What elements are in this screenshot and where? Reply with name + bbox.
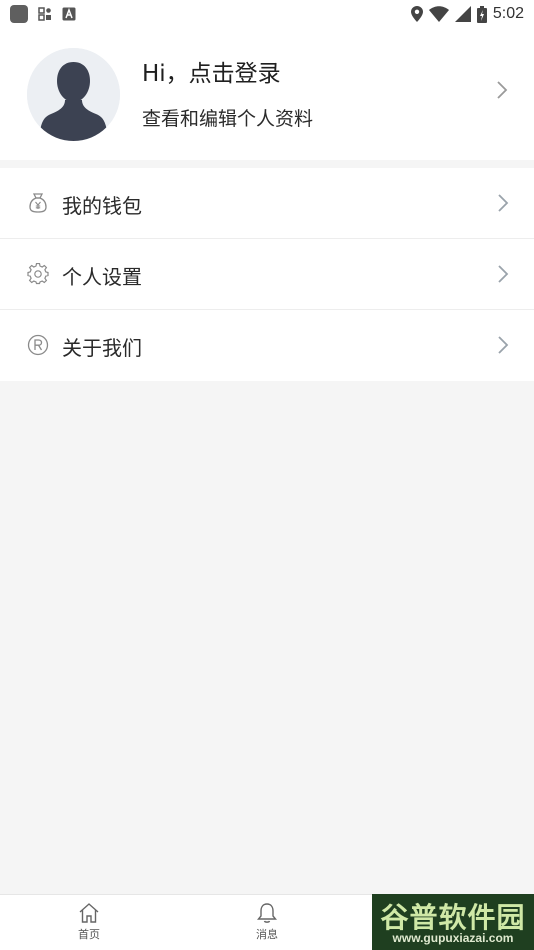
default-avatar-icon — [27, 48, 120, 141]
menu-label-about: 关于我们 — [62, 336, 142, 360]
gear-icon — [27, 263, 49, 285]
watermark-logo: 谷普软件园 www.gupuxiazai.com — [372, 894, 534, 950]
watermark-url: www.gupuxiazai.com — [392, 931, 514, 945]
menu-label-settings: 个人设置 — [62, 265, 142, 289]
status-time: 5:02 — [492, 5, 524, 22]
avatar[interactable] — [27, 48, 120, 141]
profile-header[interactable]: Hi，点击登录 查看和编辑个人资料 — [0, 28, 534, 160]
status-bar: 5:02 — [0, 0, 534, 28]
nav-item-messages[interactable]: 消息 — [237, 901, 297, 942]
location-icon — [410, 6, 423, 22]
watermark-title: 谷普软件园 — [380, 901, 526, 934]
chevron-right-icon — [497, 81, 508, 99]
a-icon — [62, 7, 76, 21]
profile-subtitle: 查看和编辑个人资料 — [142, 108, 314, 130]
menu-item-settings[interactable]: 个人设置 — [0, 239, 534, 310]
menu-label-wallet: 我的钱包 — [62, 194, 142, 218]
chevron-right-icon — [498, 336, 509, 354]
grid-icon — [38, 7, 51, 21]
chevron-right-icon — [498, 194, 509, 212]
settings-menu: 我的钱包 个人设置 关于我们 — [0, 168, 534, 381]
status-left-icons — [10, 5, 76, 23]
battery-icon — [476, 5, 487, 23]
signal-icon — [454, 6, 471, 22]
nav-label-home: 首页 — [78, 928, 100, 941]
registered-icon — [27, 334, 49, 356]
nav-item-home[interactable]: 首页 — [59, 901, 119, 942]
menu-item-wallet[interactable]: 我的钱包 — [0, 168, 534, 239]
login-prompt[interactable]: Hi，点击登录 — [142, 54, 281, 88]
status-right-icons: 5:02 — [410, 5, 524, 23]
app-icon — [10, 5, 28, 23]
home-icon — [79, 903, 99, 923]
chevron-right-icon — [498, 265, 509, 283]
wifi-icon — [428, 6, 449, 22]
menu-item-about[interactable]: 关于我们 — [0, 310, 534, 381]
wallet-icon — [29, 193, 47, 213]
bell-icon — [257, 903, 277, 923]
nav-label-messages: 消息 — [256, 928, 278, 941]
